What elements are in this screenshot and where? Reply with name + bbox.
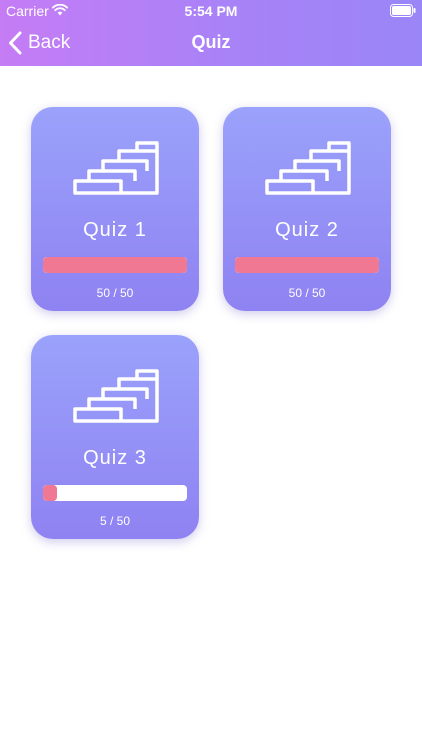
header: Carrier 5:54 PM Back Quiz [0, 0, 422, 66]
page-title: Quiz [191, 32, 231, 52]
quiz-title: Quiz 3 [83, 447, 147, 469]
quiz-card-3[interactable]: Quiz 3 5 / 50 [31, 335, 199, 539]
progress-fill [43, 485, 58, 501]
quiz-card-2[interactable]: Quiz 2 50 / 50 [223, 107, 391, 311]
progress-bar [235, 257, 379, 273]
progress-text: 5 / 50 [99, 514, 131, 528]
quiz-title: Quiz 2 [275, 219, 339, 241]
stairs-icon [73, 141, 159, 195]
stairs-icon [265, 141, 351, 195]
quiz-title: Quiz 1 [83, 219, 147, 241]
progress-bar [43, 485, 187, 501]
status-bar: Carrier 5:54 PM [0, 0, 422, 22]
quiz-card-1[interactable]: Quiz 1 50 / 50 [31, 107, 199, 311]
status-time: 5:54 PM [184, 3, 238, 19]
progress-text: 50 / 50 [288, 286, 326, 300]
progress-fill [235, 257, 379, 273]
progress-bar [43, 257, 187, 273]
progress-fill [43, 257, 187, 273]
nav-bar: Back Quiz [0, 22, 422, 66]
stairs-icon [73, 369, 159, 423]
progress-text: 50 / 50 [96, 286, 134, 300]
battery-icon [390, 4, 416, 17]
